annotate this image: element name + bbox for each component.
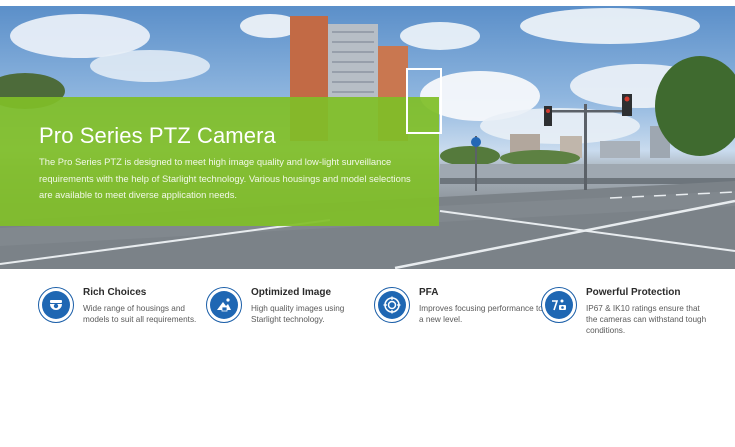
focus-target-icon bbox=[374, 287, 410, 323]
feature-optimized-image: Optimized Image High quality images usin… bbox=[206, 283, 376, 347]
image-quality-icon bbox=[206, 287, 242, 323]
page-title: Pro Series PTZ Camera bbox=[39, 123, 276, 148]
feature-description: High quality images using Starlight tech… bbox=[251, 304, 345, 324]
hero-text-panel: Pro Series PTZ Camera The Pro Series PTZ… bbox=[0, 97, 439, 226]
feature-rich-choices: Rich Choices Wide range of housings and … bbox=[38, 283, 208, 347]
feature-title: Powerful Protection bbox=[586, 287, 681, 298]
feature-title: Optimized Image bbox=[251, 287, 332, 298]
feature-title: Rich Choices bbox=[83, 287, 147, 298]
feature-pfa: PFA Improves focusing performance to a n… bbox=[374, 283, 544, 347]
hero-banner: Pro Series PTZ Camera The Pro Series PTZ… bbox=[0, 6, 735, 269]
feature-list: Rich Choices Wide range of housings and … bbox=[0, 283, 735, 353]
feature-description: IP67 & IK10 ratings ensure that the came… bbox=[586, 304, 707, 335]
feature-powerful-protection: Powerful Protection IP67 & IK10 ratings … bbox=[541, 283, 711, 347]
feature-description: Improves focusing performance to a new l… bbox=[419, 304, 543, 324]
camera-dome-icon bbox=[38, 287, 74, 323]
hero-description: The Pro Series PTZ is designed to meet h… bbox=[39, 156, 411, 200]
protection-shield-icon bbox=[541, 287, 577, 323]
feature-title: PFA bbox=[419, 287, 439, 298]
feature-description: Wide range of housings and models to sui… bbox=[83, 304, 197, 324]
decorative-frame bbox=[406, 68, 442, 134]
